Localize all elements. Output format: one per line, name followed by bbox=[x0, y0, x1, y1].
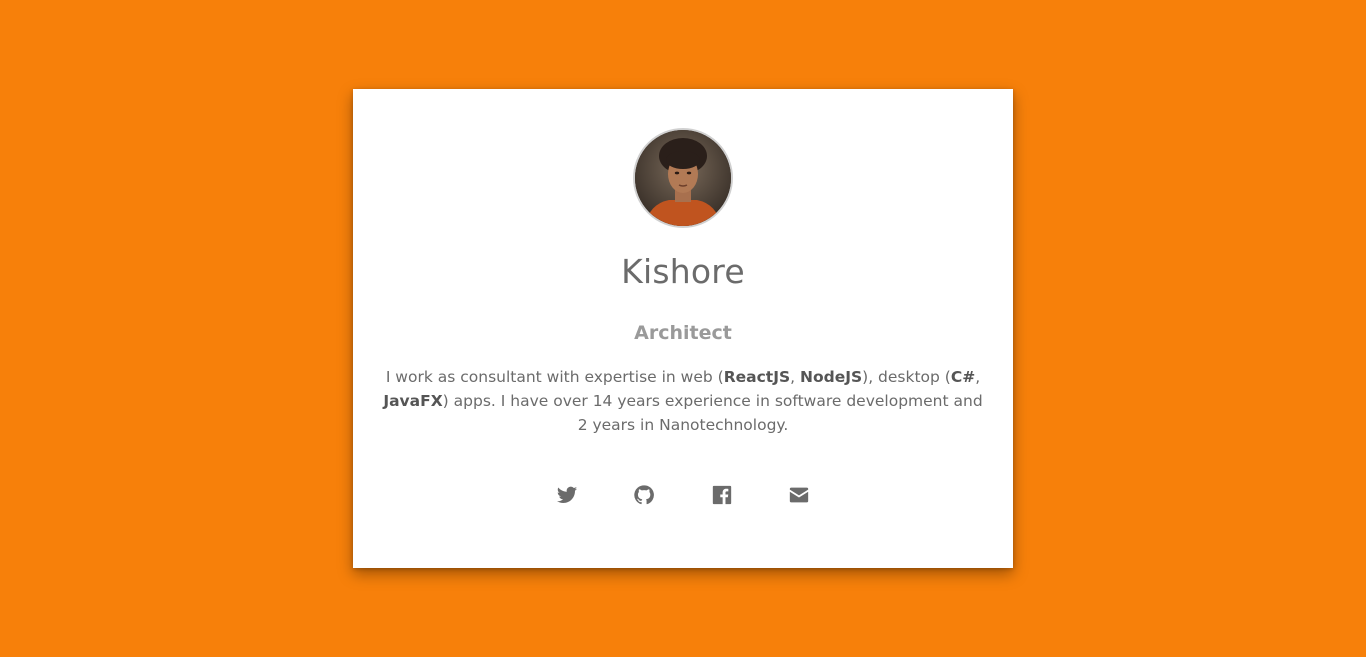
skill-reactjs: ReactJS bbox=[723, 368, 791, 386]
profile-bio: I work as consultant with expertise in w… bbox=[383, 368, 983, 434]
social-links bbox=[353, 483, 1013, 507]
skill-javafx: JavaFX bbox=[383, 392, 443, 410]
facebook-link[interactable] bbox=[710, 483, 734, 507]
profile-name: Kishore bbox=[621, 252, 745, 291]
avatar bbox=[633, 128, 733, 228]
skill-nodejs: NodeJS bbox=[799, 368, 863, 386]
email-icon bbox=[789, 487, 808, 503]
github-link[interactable] bbox=[632, 483, 656, 507]
avatar-photo bbox=[635, 130, 731, 226]
email-link[interactable] bbox=[787, 483, 811, 507]
skill-csharp: C# bbox=[950, 368, 976, 386]
profile-role: Architect bbox=[634, 322, 732, 344]
twitter-link[interactable] bbox=[555, 483, 579, 507]
facebook-icon bbox=[712, 485, 731, 505]
profile-card: Kishore Architect I work as consultant w… bbox=[353, 89, 1013, 568]
github-icon bbox=[634, 485, 655, 505]
twitter-icon bbox=[557, 486, 578, 503]
